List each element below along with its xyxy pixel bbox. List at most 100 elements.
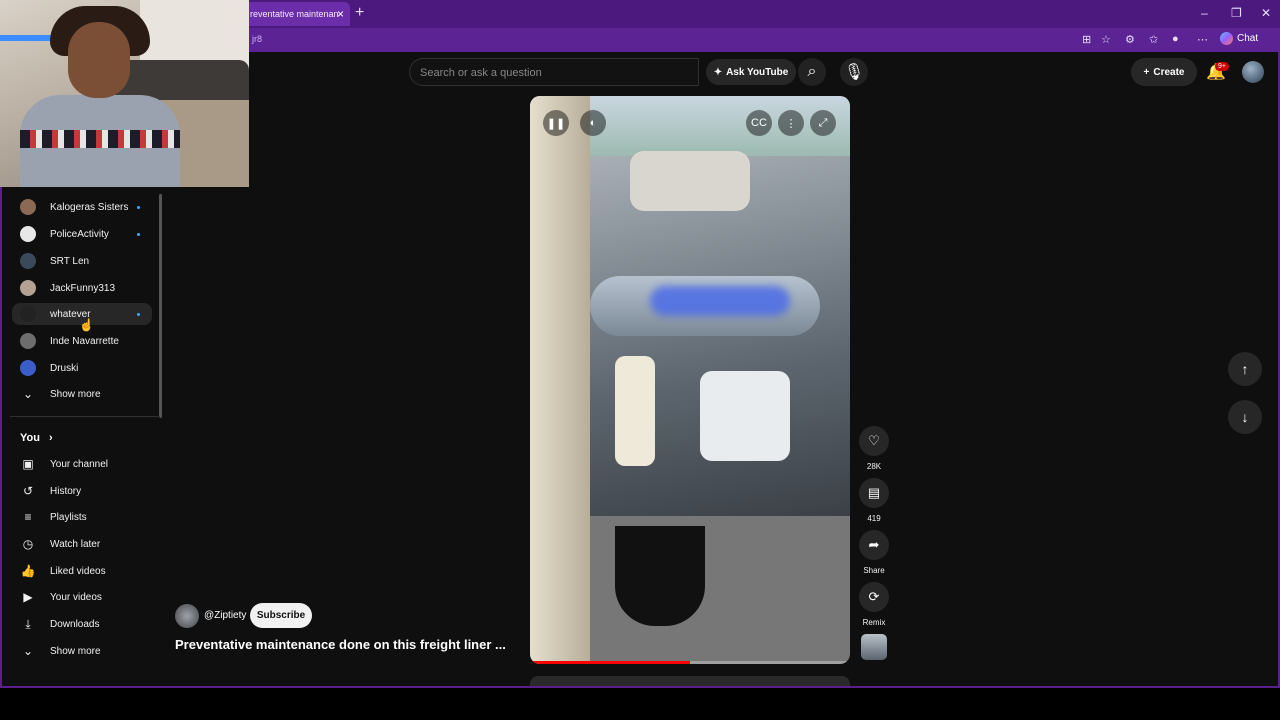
- more-icon[interactable]: ⋯: [1197, 33, 1208, 46]
- next-video-button[interactable]: ↓: [1228, 400, 1262, 434]
- sidebar-sub-kalogeras-sisters[interactable]: Kalogeras Sisters: [12, 196, 152, 218]
- sidebar-watch-later[interactable]: ◷ Watch later: [12, 533, 152, 555]
- sidebar-show-more-subs[interactable]: ⌄ Show more: [12, 383, 152, 405]
- channel-avatar[interactable]: [175, 604, 199, 628]
- sidebar-history[interactable]: ↺ History: [12, 480, 152, 502]
- tab-active[interactable]: reventative maintenan ×: [244, 2, 350, 26]
- voice-search-button[interactable]: 🎙: [840, 58, 868, 86]
- webcam-person-face: [68, 22, 130, 98]
- you-heading-label: You: [20, 432, 40, 444]
- sidebar-liked-videos[interactable]: 👍 Liked videos: [12, 560, 152, 582]
- chat-label: Chat: [1237, 33, 1259, 44]
- share-button[interactable]: ➦ Share: [859, 530, 889, 575]
- sidebar-item-label: Your channel: [50, 458, 109, 470]
- video-progress-bar[interactable]: [530, 661, 850, 664]
- apps-icon[interactable]: ⊞: [1082, 33, 1091, 46]
- account-avatar[interactable]: [1242, 61, 1264, 83]
- comment-count: 419: [867, 514, 881, 523]
- video-frame-blur: [650, 286, 790, 316]
- sidebar-show-more-you[interactable]: ⌄ Show more: [12, 640, 152, 662]
- sidebar-item-label: Inde Navarrette: [50, 335, 119, 347]
- channel-name[interactable]: @Ziptiety: [204, 610, 246, 621]
- notification-badge: 9+: [1215, 62, 1229, 71]
- pause-icon[interactable]: ❚❚: [543, 110, 569, 136]
- sidebar-downloads[interactable]: ⤓ Downloads: [12, 613, 152, 635]
- your-videos-icon: ▶: [23, 590, 33, 604]
- sidebar-sub-policeactivity[interactable]: PoliceActivity: [12, 223, 152, 245]
- new-tab-icon[interactable]: +: [355, 4, 364, 22]
- like-count: 28K: [866, 462, 882, 471]
- show-more-label: Show more: [50, 645, 101, 657]
- sidebar-you-heading[interactable]: You ›: [20, 432, 53, 444]
- sound-thumbnail[interactable]: [861, 634, 887, 660]
- sidebar-sub-druski[interactable]: Druski: [12, 357, 152, 379]
- profile-icon[interactable]: ●: [1172, 33, 1179, 45]
- show-more-label: Show more: [50, 388, 101, 400]
- volume-icon[interactable]: ◐: [580, 110, 606, 136]
- video-frame-hood: [530, 96, 590, 664]
- sidebar-sub-inde-navarrette[interactable]: Inde Navarrette: [12, 330, 152, 352]
- previous-video-button[interactable]: ↑: [1228, 352, 1262, 386]
- chat-button[interactable]: Chat: [1220, 32, 1258, 45]
- screen: reventative maintenan × + – ❐ ✕ jr8 ⊞ ☆ …: [0, 0, 1280, 720]
- new-content-dot: [137, 233, 140, 236]
- extension-icon[interactable]: ⚙: [1125, 33, 1135, 46]
- like-button[interactable]: ♡ 28K: [859, 426, 889, 471]
- sidebar-item-label: SRT Len: [50, 255, 90, 267]
- favorites-icon[interactable]: ✩: [1149, 33, 1158, 46]
- video-frame-filter: [615, 356, 655, 466]
- remix-button[interactable]: ⟳ Remix: [859, 582, 889, 627]
- subscribe-button[interactable]: Subscribe: [250, 603, 312, 628]
- video-title[interactable]: Preventative maintenance done on this fr…: [175, 637, 506, 652]
- favorite-star-icon[interactable]: ☆: [1101, 33, 1111, 46]
- webcam-sweater-pattern: [20, 130, 180, 148]
- minimize-icon[interactable]: –: [1201, 6, 1208, 20]
- channel-avatar: [20, 306, 36, 322]
- sidebar-your-channel[interactable]: ▣ Your channel: [12, 453, 152, 475]
- sidebar: Kalogeras Sisters PoliceActivity SRT Len…: [6, 194, 162, 684]
- captions-icon[interactable]: CC: [746, 110, 772, 136]
- create-button[interactable]: + Create: [1131, 58, 1197, 86]
- sidebar-item-label: Downloads: [50, 618, 100, 630]
- more-options-icon[interactable]: ⋮: [778, 110, 804, 136]
- sidebar-item-label: Watch later: [50, 538, 101, 550]
- sidebar-divider: [10, 416, 160, 417]
- chevron-down-icon: ⌄: [22, 644, 34, 658]
- plus-icon: +: [1143, 66, 1150, 78]
- shorts-video-player[interactable]: ❚❚ ◐ CC ⋮ ⤢: [530, 96, 850, 664]
- search-button[interactable]: ⌕: [798, 58, 826, 86]
- sidebar-your-videos[interactable]: ▶ Your videos: [12, 586, 152, 608]
- sidebar-sub-srt-len[interactable]: SRT Len: [12, 250, 152, 272]
- ask-youtube-button[interactable]: ✦ Ask YouTube: [706, 59, 796, 85]
- restore-icon[interactable]: ❐: [1231, 6, 1242, 20]
- arrow-down-icon: ↓: [1241, 409, 1249, 425]
- new-content-dot: [137, 313, 140, 316]
- sidebar-item-label: Your videos: [50, 591, 102, 603]
- sparkle-icon: ✦: [713, 66, 723, 78]
- sidebar-item-label: Kalogeras Sisters: [50, 201, 129, 213]
- sidebar-scrollbar[interactable]: [159, 194, 162, 418]
- remix-label: Remix: [862, 618, 886, 627]
- next-video-preview[interactable]: [530, 676, 850, 686]
- like-icon: ♡: [859, 426, 889, 456]
- ask-youtube-label: Ask YouTube: [726, 66, 789, 78]
- new-content-dot: [137, 206, 140, 209]
- comment-icon: ▤: [859, 478, 889, 508]
- sidebar-item-label: JackFunny313: [50, 282, 116, 294]
- sidebar-playlists[interactable]: ≡ Playlists: [12, 506, 152, 528]
- tab-close-icon[interactable]: ×: [337, 7, 344, 21]
- comments-button[interactable]: ▤ 419: [859, 478, 889, 523]
- channel-avatar: [20, 199, 36, 215]
- download-icon: ⤓: [25, 616, 31, 631]
- search-input[interactable]: Search or ask a question: [409, 58, 699, 86]
- playlists-icon: ≡: [24, 510, 32, 524]
- address-text[interactable]: jr8: [252, 34, 262, 44]
- fullscreen-icon[interactable]: ⤢: [810, 110, 836, 136]
- video-frame-tank: [630, 151, 750, 211]
- sidebar-sub-jackfunny313[interactable]: JackFunny313: [12, 277, 152, 299]
- mouse-cursor-icon: ☝: [79, 318, 94, 332]
- close-window-icon[interactable]: ✕: [1261, 6, 1271, 20]
- share-icon: ➦: [859, 530, 889, 560]
- watch-later-icon: ◷: [22, 537, 34, 551]
- share-label: Share: [863, 566, 885, 575]
